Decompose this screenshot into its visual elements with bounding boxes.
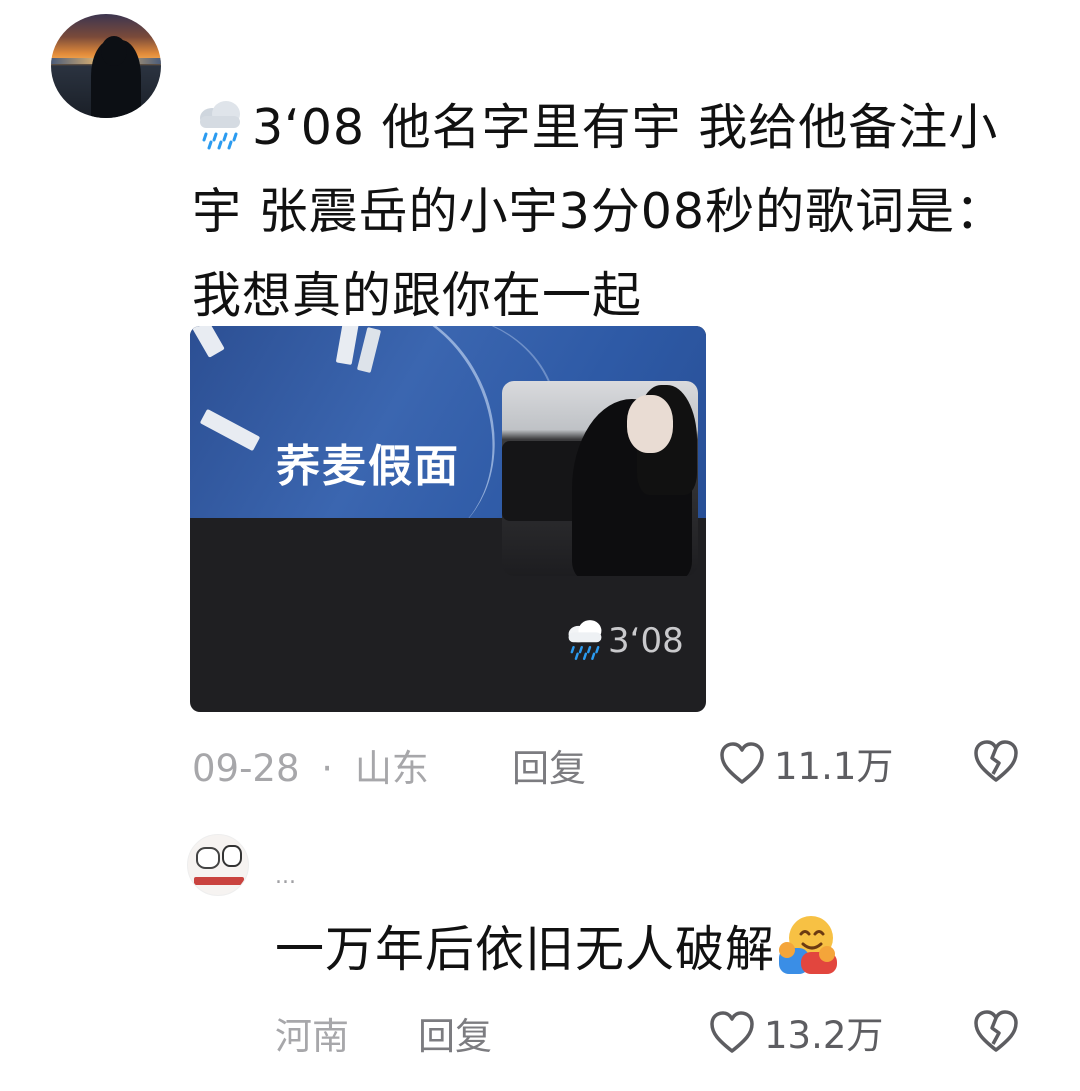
- media-thumbnail: [502, 381, 698, 576]
- heart-outline-icon: [710, 1011, 754, 1053]
- reply-location: 河南: [275, 1015, 349, 1058]
- broken-heart-icon: [974, 740, 1018, 782]
- reply-avatar[interactable]: [187, 834, 249, 896]
- reply-button[interactable]: 回复: [512, 738, 586, 792]
- media-tag-text: 3‘08: [608, 621, 684, 661]
- reply-like-count: 13.2万: [764, 1014, 884, 1057]
- heart-outline-icon: [720, 742, 764, 784]
- media-title: 荞麦假面: [276, 441, 460, 492]
- reply-body: 一万年后依旧无人破解: [275, 912, 841, 985]
- comment-meta: 09-28 · 山东: [192, 738, 429, 790]
- comment-body: 3‘08 他名字里有宇 我给他备注小宇 张震岳的小宇3分08秒的歌词是：我想真的…: [192, 86, 1022, 338]
- like-count: 11.1万: [774, 745, 894, 788]
- comment-location: 山东: [354, 747, 429, 790]
- reply-reply-button[interactable]: 回复: [418, 1006, 492, 1060]
- reply-meta: 河南: [275, 1006, 349, 1058]
- hugging-face-icon: [775, 912, 841, 978]
- reply-username[interactable]: ...: [275, 864, 296, 889]
- comment-thread: 3‘08 他名字里有宇 我给他备注小宇 张震岳的小宇3分08秒的歌词是：我想真的…: [0, 0, 1080, 1091]
- meta-separator: ·: [321, 747, 334, 790]
- rain-cloud-icon: [562, 616, 608, 662]
- dislike-button[interactable]: [972, 738, 1020, 788]
- media-card[interactable]: 荞麦假面 3‘08: [190, 326, 706, 712]
- comment-date: 09-28: [192, 747, 300, 790]
- comment-text: 3‘08 他名字里有宇 我给他备注小宇 张震岳的小宇3分08秒的歌词是：我想真的…: [192, 99, 1006, 324]
- reply-dislike-button[interactable]: [972, 1008, 1020, 1058]
- avatar[interactable]: [51, 14, 161, 118]
- media-tag: 3‘08: [562, 616, 684, 662]
- reply-text: 一万年后依旧无人破解: [275, 921, 776, 978]
- like-button[interactable]: 11.1万: [718, 736, 893, 790]
- reply-like-button[interactable]: 13.2万: [708, 1005, 883, 1059]
- rain-cloud-icon: [192, 94, 248, 150]
- broken-heart-icon: [974, 1010, 1018, 1052]
